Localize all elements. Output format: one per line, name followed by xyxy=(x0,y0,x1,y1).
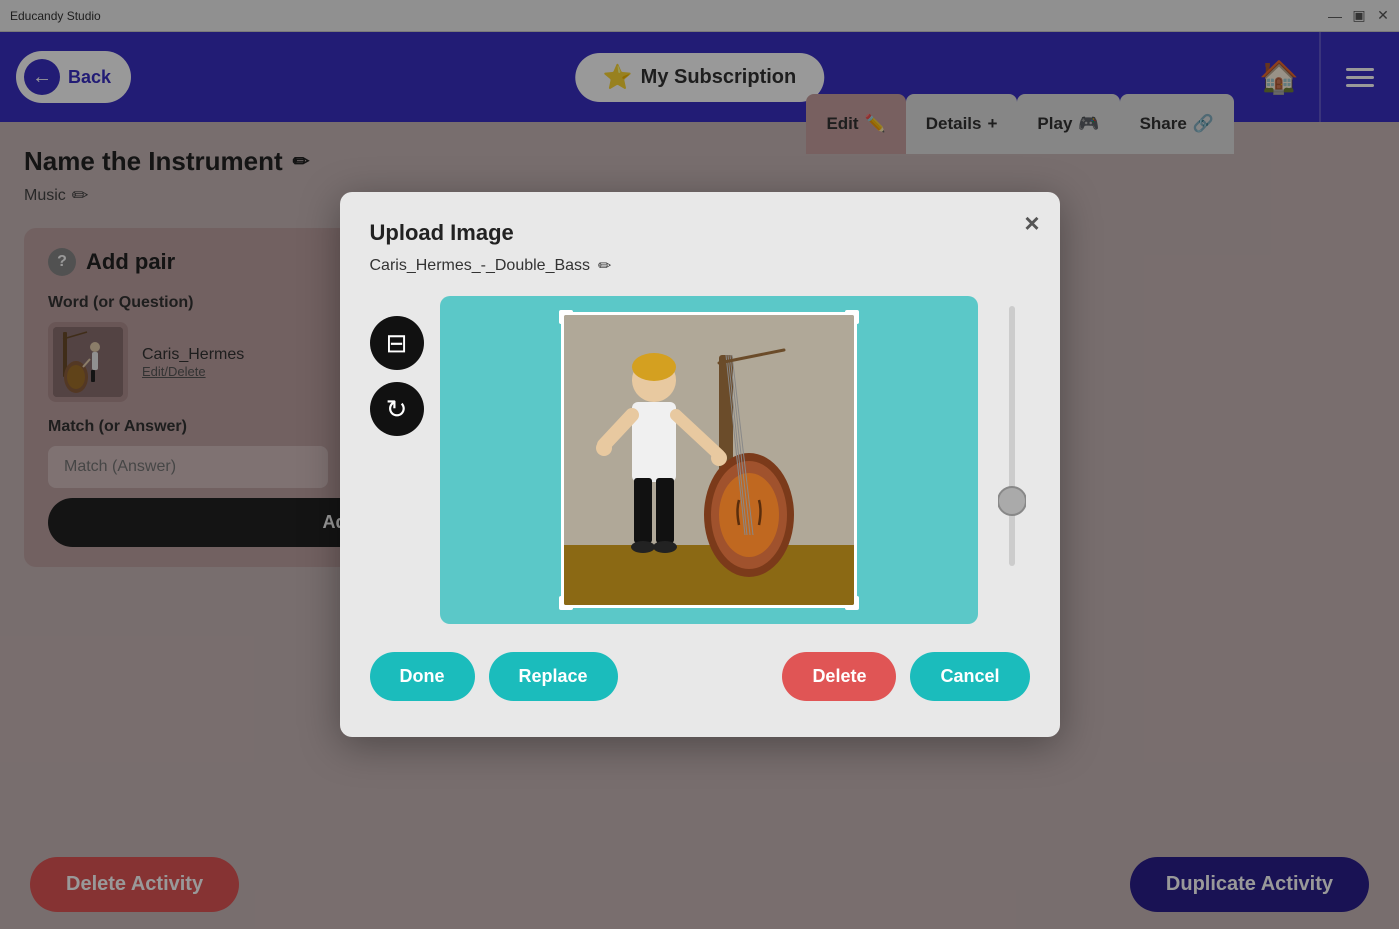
modal-actions: Done Replace Delete Cancel xyxy=(370,652,1030,701)
cancel-button[interactable]: Cancel xyxy=(910,652,1029,701)
replace-button[interactable]: Replace xyxy=(489,652,618,701)
filename-text: Caris_Hermes_-_Double_Bass xyxy=(370,257,591,275)
refresh-icon: ↻ xyxy=(386,394,408,425)
modal-filename: Caris_Hermes_-_Double_Bass ✏ xyxy=(370,256,1030,276)
crop-frame xyxy=(561,312,857,608)
crop-icon: ⊟ xyxy=(386,328,408,359)
image-cropper xyxy=(440,296,978,624)
modal-overlay[interactable]: Upload Image × Caris_Hermes_-_Double_Bas… xyxy=(0,0,1399,929)
done-button[interactable]: Done xyxy=(370,652,475,701)
refresh-tool-button[interactable]: ↻ xyxy=(370,382,424,436)
modal-delete-button[interactable]: Delete xyxy=(782,652,896,701)
modal-actions-right: Delete Cancel xyxy=(782,652,1029,701)
upload-image-modal: Upload Image × Caris_Hermes_-_Double_Bas… xyxy=(340,192,1060,737)
crop-image xyxy=(564,315,854,605)
modal-actions-left: Done Replace xyxy=(370,652,618,701)
bass-svg xyxy=(564,315,854,605)
modal-tools: ⊟ ↻ xyxy=(370,296,424,436)
crop-tool-button[interactable]: ⊟ xyxy=(370,316,424,370)
zoom-slider-container xyxy=(994,296,1030,576)
modal-close-button[interactable]: × xyxy=(1024,208,1039,239)
filename-edit-icon[interactable]: ✏ xyxy=(598,256,611,276)
modal-image-area: ⊟ ↻ xyxy=(370,296,1030,624)
modal-title: Upload Image xyxy=(370,220,1030,246)
